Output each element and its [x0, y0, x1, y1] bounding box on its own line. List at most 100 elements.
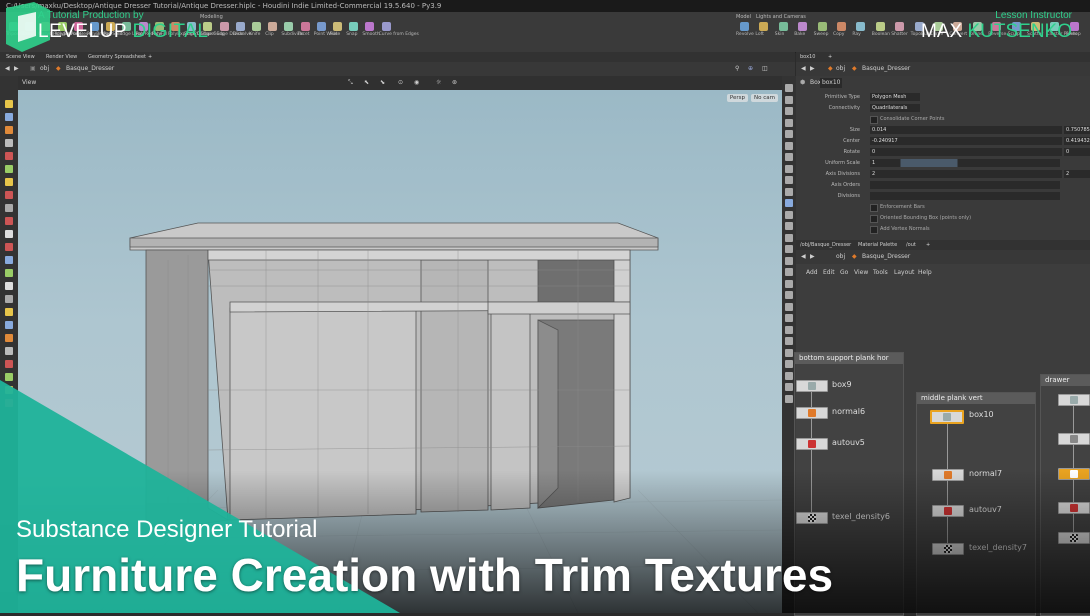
shelf-tool-icon[interactable] [381, 22, 391, 31]
shelf-tool-icon[interactable] [798, 22, 808, 31]
display-option-icon[interactable] [785, 153, 793, 161]
display-option-icon[interactable] [785, 176, 793, 184]
link-icon[interactable]: ⊕ [748, 62, 753, 76]
param-checkbox-label[interactable]: Add Vertex Normals [878, 225, 1068, 233]
display-option-icon[interactable] [785, 118, 793, 127]
menu-add[interactable]: Add [806, 268, 818, 278]
shelf-tool-icon[interactable] [284, 22, 294, 31]
back-arrow-icon[interactable]: ◀ [801, 62, 806, 76]
tool-icon[interactable] [5, 321, 13, 329]
tab-out[interactable]: /out [906, 240, 916, 250]
tab-obj-basque-dresser[interactable]: /obj/Basque_Dresser [800, 240, 851, 250]
shelf-tool-icon[interactable] [759, 22, 769, 31]
view-tool-icon[interactable]: ⤡ [348, 76, 353, 90]
checkbox-icon[interactable] [870, 226, 878, 234]
param-field-2[interactable]: 0 [1064, 148, 1090, 156]
display-option-icon[interactable] [785, 187, 793, 196]
node-normal6[interactable] [796, 407, 828, 419]
display-option-icon[interactable] [785, 233, 793, 242]
display-option-icon[interactable] [785, 279, 793, 288]
shelf-tool-label[interactable]: Sweep [814, 32, 829, 37]
param-checkbox-label[interactable]: Consolidate Corner Points [878, 115, 1068, 123]
shelf-tool-label[interactable]: Clip [265, 32, 274, 37]
forward-arrow-icon[interactable]: ▶ [14, 62, 19, 76]
display-option-icon[interactable] [785, 210, 793, 219]
node-box10-selected[interactable] [930, 410, 964, 424]
display-option-icon[interactable] [785, 141, 793, 150]
shelf-tool-label[interactable]: Boolean [872, 32, 890, 37]
param-field[interactable]: Quadrilaterals [870, 104, 920, 112]
shelf-tool-icon[interactable] [349, 22, 359, 31]
menu-edit[interactable]: Edit [823, 268, 835, 278]
param-field[interactable]: 0 [870, 148, 1062, 156]
node-autouv5[interactable] [796, 438, 828, 450]
shelf-tool-label[interactable]: Smooth [362, 32, 379, 37]
tool-icon[interactable] [5, 347, 13, 355]
menu-layout[interactable]: Layout [894, 268, 914, 278]
tool-icon[interactable] [5, 295, 13, 303]
shelf-tool-label[interactable]: Fuse [330, 32, 340, 37]
select-tool-icon[interactable]: ⬉ [364, 76, 369, 90]
display-option-icon[interactable] [785, 164, 793, 173]
path-root[interactable]: obj [40, 62, 49, 76]
add-tab-icon[interactable]: + [926, 240, 930, 250]
shelf-tool-icon[interactable] [895, 22, 905, 31]
shelf-tool-label[interactable]: Shatter [891, 32, 908, 37]
shelf-tool-label[interactable]: Revolve [736, 32, 754, 37]
display-option-icon[interactable] [785, 348, 793, 357]
display-option-icon[interactable] [785, 360, 793, 368]
shelf-tool-icon[interactable] [856, 22, 866, 31]
back-arrow-icon[interactable]: ◀ [5, 62, 10, 76]
path-object[interactable]: Basque_Dresser [66, 62, 114, 76]
shelf-tool-icon[interactable] [235, 22, 245, 31]
menu-go[interactable]: Go [840, 268, 848, 278]
display-option-icon[interactable] [785, 222, 793, 230]
forward-arrow-icon[interactable]: ▶ [810, 62, 815, 76]
shelf-tool-label[interactable]: Copy [833, 32, 844, 37]
display-option-icon[interactable] [785, 337, 793, 345]
menu-view[interactable]: View [854, 268, 868, 278]
shelf-tool-label[interactable]: Bake [794, 32, 805, 37]
shelf-tool-label[interactable]: Loft [755, 32, 763, 37]
light-icon[interactable]: ☼ [436, 76, 441, 90]
tool-icon[interactable] [5, 178, 13, 186]
shelf-tool-label[interactable]: Knife [249, 32, 260, 37]
checkbox-icon[interactable] [870, 116, 878, 124]
param-field[interactable] [870, 181, 1060, 189]
menu-help[interactable]: Help [918, 268, 932, 278]
shelf-tool-icon[interactable] [837, 22, 846, 31]
param-field[interactable]: -0.240917 [870, 137, 1062, 145]
display-option-icon[interactable] [785, 130, 793, 138]
tool-icon[interactable] [5, 217, 13, 225]
shelf-tab-model[interactable]: Model [736, 14, 751, 20]
node-drawer-transform[interactable] [1058, 433, 1090, 445]
shelf-tool-label[interactable]: Snap [346, 32, 357, 37]
shelf-tab-lights-cameras[interactable]: Lights and Cameras [756, 14, 806, 20]
param-field[interactable]: Polygon Mesh [870, 93, 920, 101]
tool-icon[interactable] [5, 308, 13, 316]
add-tab-icon[interactable]: + [148, 52, 152, 62]
shelf-tool-label[interactable]: Curve from Edges [379, 32, 419, 37]
display-option-icon[interactable] [785, 394, 793, 403]
display-option-icon[interactable] [785, 371, 793, 380]
tool-icon[interactable] [5, 243, 13, 251]
params-path-root[interactable]: obj [836, 62, 845, 76]
shelf-tool-label[interactable]: Facet [298, 32, 310, 37]
tool-icon[interactable] [5, 230, 13, 238]
display-option-icon[interactable] [785, 199, 793, 207]
tool-icon[interactable] [5, 113, 13, 121]
param-field[interactable]: 0.014 [870, 126, 1062, 134]
forward-arrow-icon[interactable]: ▶ [810, 250, 815, 264]
node-drawer-box[interactable] [1058, 394, 1090, 406]
shelf-tool-icon[interactable] [333, 22, 342, 31]
network-path-object[interactable]: Basque_Dresser [862, 250, 910, 264]
network-path-root[interactable]: obj [836, 250, 845, 264]
display-icon[interactable]: ⊛ [452, 76, 457, 90]
camera-persp-dropdown[interactable]: Persp [726, 94, 748, 102]
shelf-tool-icon[interactable] [268, 22, 278, 31]
checkbox-icon[interactable] [870, 215, 878, 223]
display-option-icon[interactable] [785, 107, 793, 115]
tab-material-palette[interactable]: Material Palette [858, 240, 897, 250]
camera-nocam-dropdown[interactable]: No cam [751, 94, 778, 102]
shelf-tool-label[interactable]: Ray [852, 32, 860, 37]
